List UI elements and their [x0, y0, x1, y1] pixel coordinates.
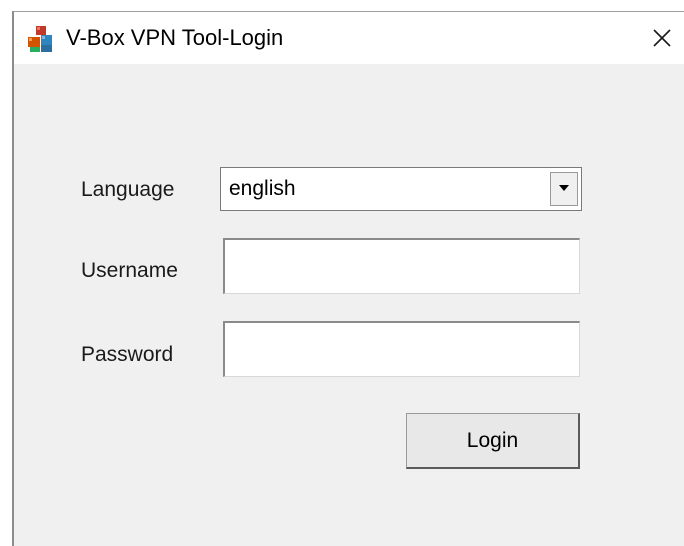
language-label: Language	[81, 178, 175, 201]
login-button[interactable]: Login	[406, 413, 580, 469]
app-blocks-icon	[28, 26, 54, 52]
password-label: Password	[81, 343, 174, 366]
language-select[interactable]: english	[220, 167, 582, 211]
chevron-down-icon	[559, 185, 569, 191]
window-title: V-Box VPN Tool-Login	[66, 25, 284, 50]
dropdown-arrow-button[interactable]	[550, 172, 578, 206]
title-bar: V-Box VPN Tool-Login	[14, 12, 684, 64]
username-input[interactable]	[223, 238, 580, 294]
login-window: V-Box VPN Tool-Login Language english Us…	[12, 11, 684, 546]
language-selected-value: english	[229, 177, 296, 200]
username-label: Username	[81, 259, 178, 282]
close-icon[interactable]	[642, 18, 682, 58]
password-input[interactable]	[223, 321, 580, 377]
